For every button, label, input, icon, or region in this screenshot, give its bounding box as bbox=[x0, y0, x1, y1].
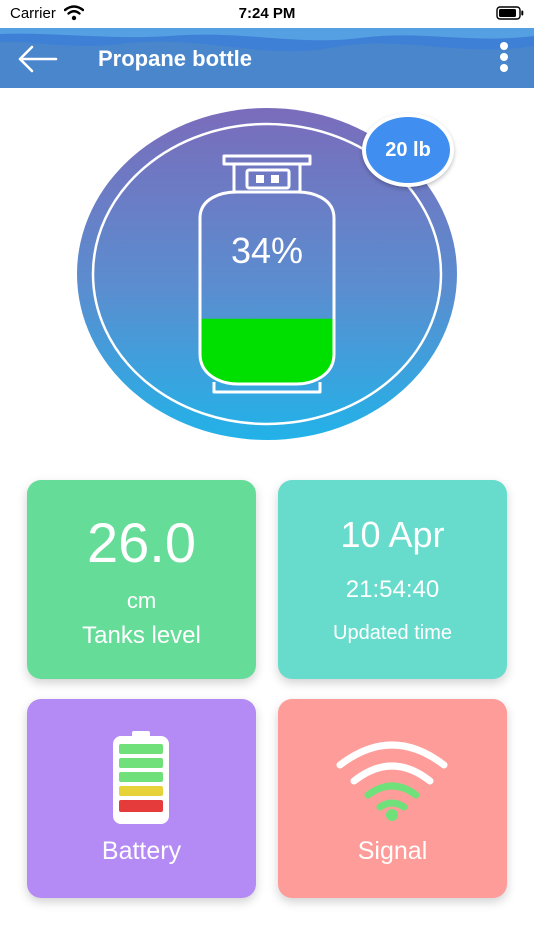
battery-label: Battery bbox=[101, 837, 182, 865]
back-button[interactable] bbox=[14, 42, 62, 76]
tank-level-card[interactable]: 26.0 cm Tanks level bbox=[27, 480, 256, 679]
tank-level-value: 26.0 bbox=[87, 511, 196, 574]
updated-time-card[interactable]: 10 Apr 21:54:40 Updated time bbox=[278, 480, 507, 679]
updated-date: 10 Apr bbox=[340, 514, 445, 555]
status-bar: Carrier 7:24 PM bbox=[0, 0, 534, 28]
updated-time-value: 21:54:40 bbox=[345, 576, 440, 603]
tank-size-badge: 20 lb bbox=[362, 113, 454, 187]
updated-time-label: Updated time bbox=[333, 622, 452, 644]
battery-status-icon bbox=[496, 6, 524, 20]
menu-dot bbox=[500, 53, 508, 61]
menu-dot bbox=[500, 42, 508, 50]
battery-icon bbox=[113, 731, 169, 824]
battery-card[interactable]: Battery bbox=[27, 699, 256, 898]
status-time: 7:24 PM bbox=[238, 5, 296, 22]
page-title: Propane bottle bbox=[98, 46, 253, 71]
tank-percent-label: 34% bbox=[230, 230, 304, 271]
tank-level-unit: cm bbox=[126, 588, 157, 613]
more-menu-button[interactable] bbox=[496, 42, 512, 78]
app-header: Propane bottle bbox=[0, 28, 534, 88]
menu-dot bbox=[500, 64, 508, 72]
signal-label: Signal bbox=[357, 837, 428, 865]
tank-fill-level bbox=[200, 318, 334, 384]
arrow-left-icon bbox=[18, 45, 58, 73]
signal-card[interactable]: Signal bbox=[278, 699, 507, 898]
header-wave-decoration bbox=[0, 28, 534, 88]
wifi-signal-icon bbox=[336, 741, 448, 821]
tank-level-label: Tanks level bbox=[82, 622, 201, 649]
